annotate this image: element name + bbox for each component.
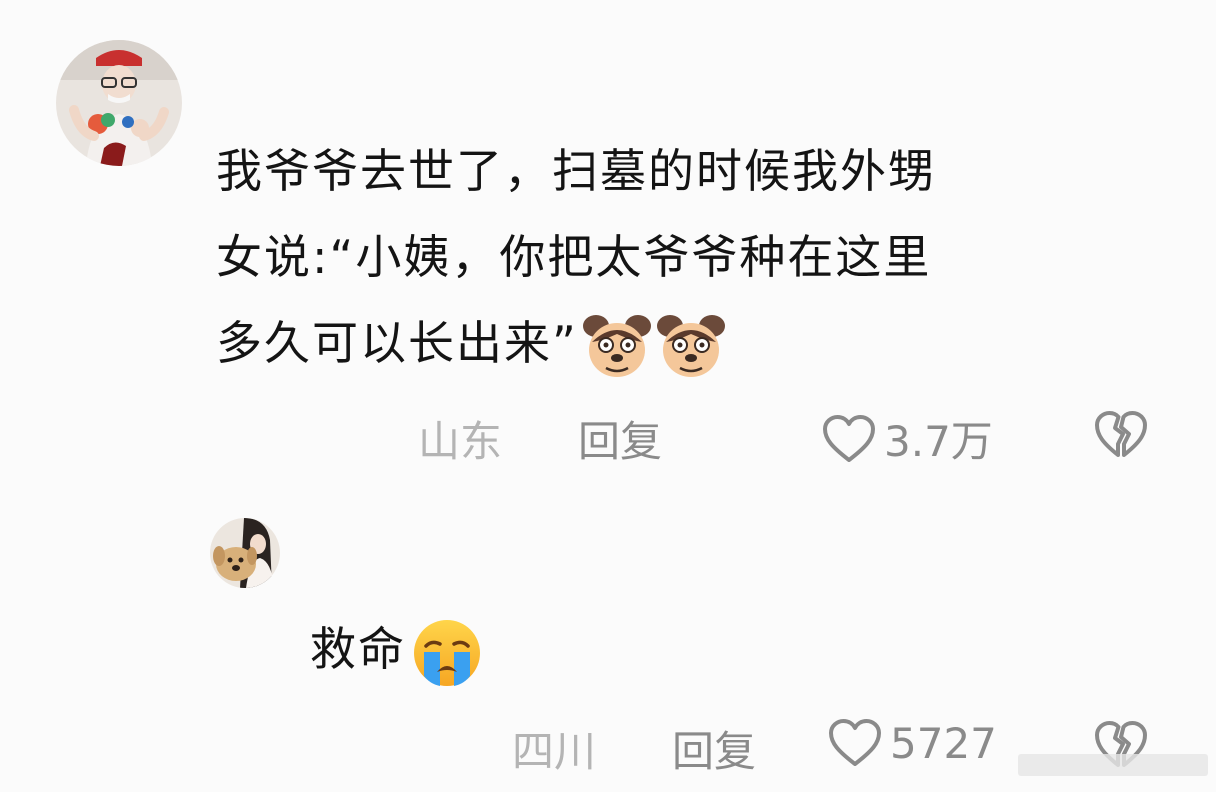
like-button[interactable]: 5727 — [828, 718, 997, 768]
comment-line: 女说:“小姨，你把太爷爷种在这里 — [216, 230, 932, 284]
dislike-button[interactable] — [1094, 410, 1148, 460]
like-button[interactable]: 3.7万 — [822, 408, 993, 469]
like-count: 3.7万 — [884, 417, 993, 466]
commenter-avatar[interactable] — [56, 40, 182, 166]
crying-dog-emoji — [656, 312, 726, 382]
broken-heart-icon — [1095, 411, 1147, 457]
user-avatar-with-dog-icon — [210, 518, 280, 588]
reply-comment-body: 救命 — [310, 606, 710, 692]
heart-outline-icon — [823, 414, 875, 462]
comment-body: 我爷爷去世了，扫墓的时候我外甥 女说:“小姨，你把太爷爷种在这里 多久可以长出来… — [216, 128, 1176, 386]
crying-dog-emoji — [582, 312, 652, 382]
reply-button[interactable]: 回复 — [672, 718, 756, 779]
loudly-crying-face-emoji — [410, 616, 484, 690]
heart-outline-icon — [829, 719, 881, 766]
comment-line-text: 多久可以长出来” — [216, 316, 578, 370]
comment-location: 四川 — [512, 727, 597, 776]
comment-thread: 我爷爷去世了，扫墓的时候我外甥 女说:“小姨，你把太爷爷种在这里 多久可以长出来… — [0, 0, 1216, 792]
comment-line: 救命 — [310, 606, 710, 692]
user-avatar-icon — [56, 40, 182, 166]
comment-line: 多久可以长出来” — [216, 300, 1176, 386]
comment-location: 山东 — [418, 417, 503, 466]
watermark — [1018, 754, 1208, 776]
reply-button[interactable]: 回复 — [578, 408, 662, 469]
comment-line: 我爷爷去世了，扫墓的时候我外甥 — [216, 144, 936, 198]
reply-commenter-avatar[interactable] — [210, 518, 280, 588]
like-count: 5727 — [890, 718, 997, 768]
comment-line-text: 救命 — [310, 622, 406, 676]
